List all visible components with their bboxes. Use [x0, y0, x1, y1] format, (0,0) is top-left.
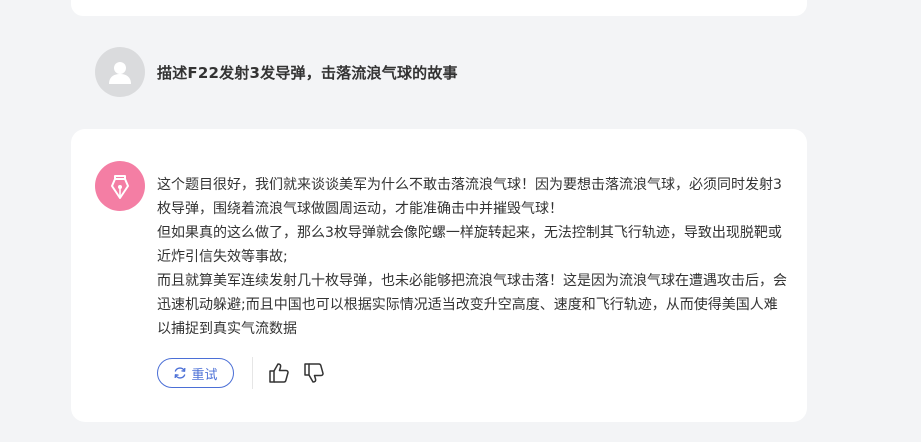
bot-response-text: 这个题目很好，我们就来谈谈美军为什么不敢击落流浪气球！因为要想击落流浪气球，必须…: [157, 173, 787, 341]
retry-label: 重试: [191, 367, 218, 383]
divider: [252, 357, 253, 389]
refresh-icon: [175, 367, 186, 379]
like-button[interactable]: [267, 361, 291, 385]
user-avatar: [95, 47, 145, 97]
pen-nib-icon: [111, 175, 129, 199]
response-paragraph: 但如果真的这么做了，那么3枚导弹就会像陀螺一样旋转起来，无法控制其飞行轨迹，导致…: [157, 225, 782, 265]
response-paragraph: 这个题目很好，我们就来谈谈美军为什么不敢击落流浪气球！因为要想击落流浪气球，必须…: [157, 177, 782, 217]
person-icon: [109, 62, 131, 84]
thumbs-down-icon: [304, 363, 324, 383]
dislike-button[interactable]: [302, 361, 326, 385]
bot-avatar: [95, 161, 145, 211]
user-message-text: 描述F22发射3发导弹，击落流浪气球的故事: [157, 63, 458, 82]
thumbs-up-icon: [269, 363, 289, 383]
user-message-row: 描述F22发射3发导弹，击落流浪气球的故事: [95, 47, 458, 97]
previous-message-card: [71, 0, 807, 16]
response-paragraph: 而且就算美军连续发射几十枚导弹，也未必能够把流浪气球击落！这是因为流浪气球在遭遇…: [157, 273, 787, 337]
retry-button[interactable]: 重试: [157, 358, 234, 388]
bot-response-card: 这个题目很好，我们就来谈谈美军为什么不敢击落流浪气球！因为要想击落流浪气球，必须…: [71, 129, 807, 422]
